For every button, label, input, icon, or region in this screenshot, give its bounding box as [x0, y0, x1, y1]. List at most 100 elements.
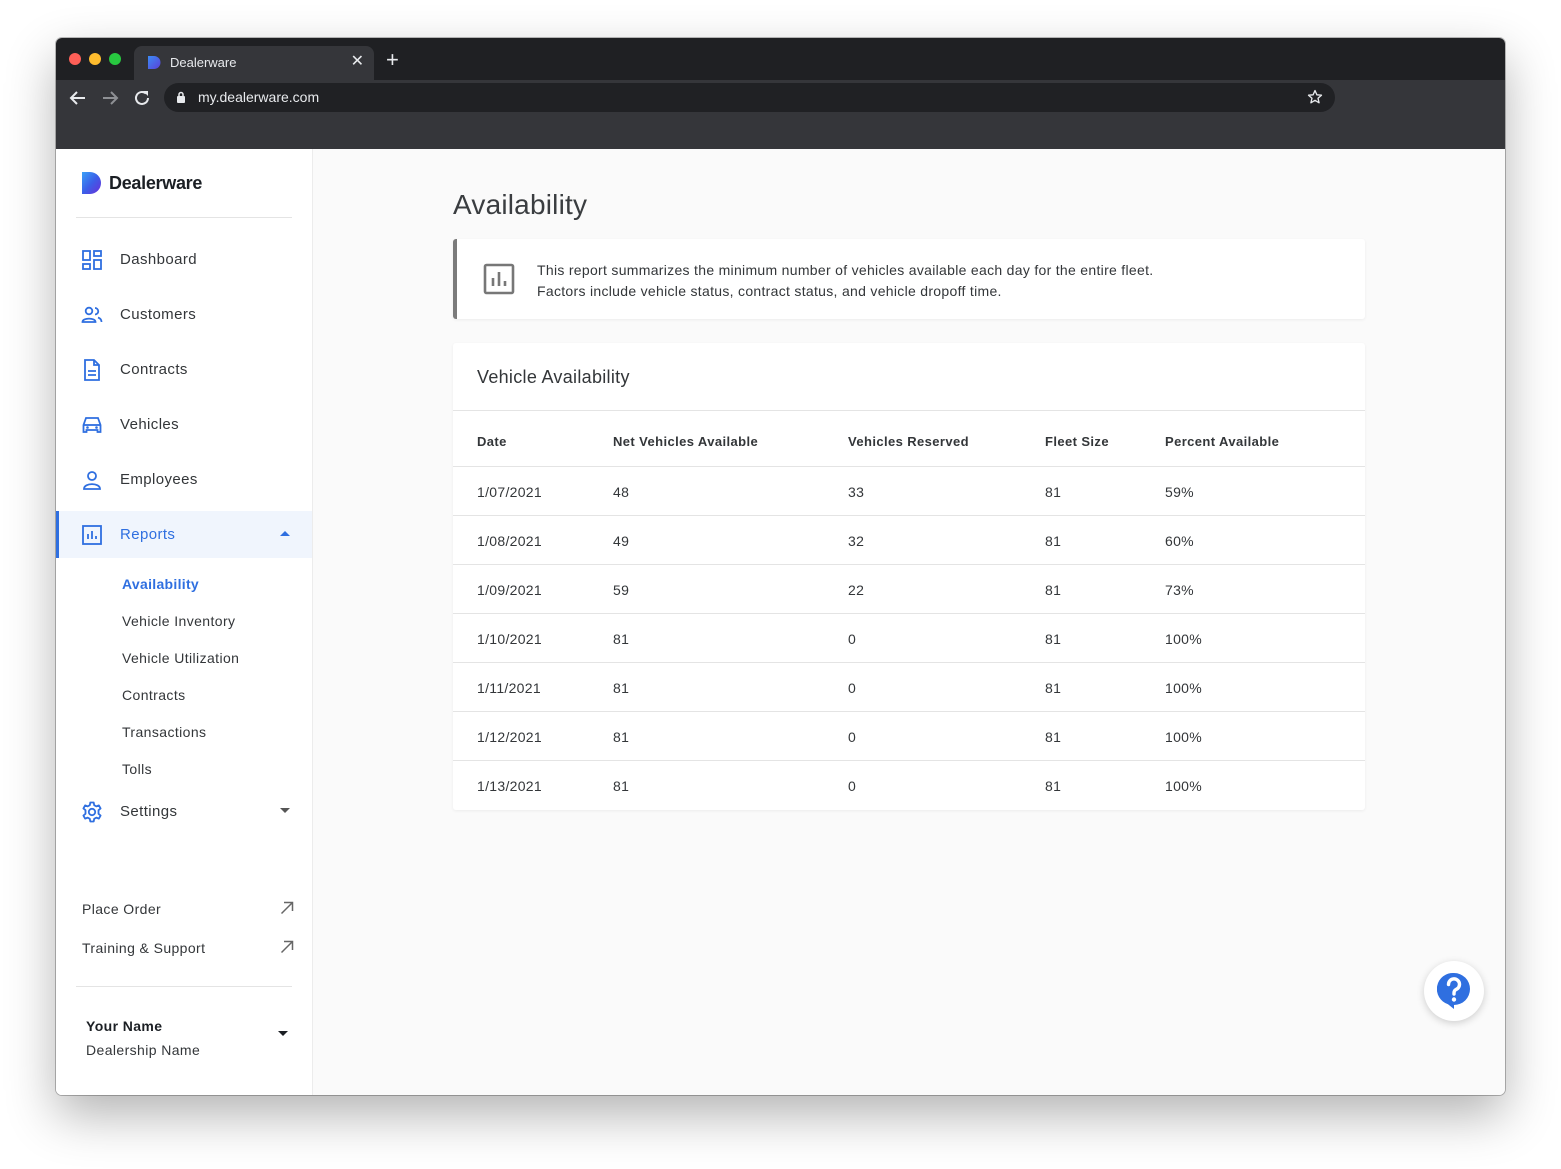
bar-chart-icon	[81, 524, 103, 546]
cell-date: 1/10/2021	[477, 631, 542, 647]
table-row: 1/08/2021 49 32 81 60%	[453, 516, 1365, 565]
tab-strip: Dealerware ✕ +	[56, 38, 1505, 80]
sidebar-item-label: Reports	[120, 526, 176, 543]
chevron-up-icon	[280, 531, 290, 536]
sidebar-item-reports[interactable]: Reports	[56, 511, 312, 558]
cell-date: 1/11/2021	[477, 680, 541, 696]
address-bar[interactable]: my.dealerware.com	[164, 83, 1335, 112]
maximize-window-button[interactable]	[109, 53, 121, 65]
sidebar-item-label: Employees	[120, 471, 198, 488]
cell-percent-available: 100%	[1165, 680, 1203, 696]
tab-close-icon[interactable]: ✕	[351, 52, 364, 72]
sidebar-subitem-transactions[interactable]: Transactions	[122, 724, 206, 740]
sidebar-item-label: Dashboard	[120, 251, 197, 268]
table-row: 1/10/2021 81 0 81 100%	[453, 614, 1365, 663]
training-support-label: Training & Support	[82, 940, 206, 956]
column-header-net-vehicles[interactable]: Net Vehicles Available	[613, 434, 758, 449]
sidebar-subitem-vehicle-inventory[interactable]: Vehicle Inventory	[122, 613, 235, 629]
cell-net-vehicles: 48	[613, 484, 630, 500]
app-container: Dealerware Dashboard Customers Contracts…	[56, 149, 1505, 1095]
brand-name: Dealerware	[109, 173, 203, 193]
column-header-fleet-size[interactable]: Fleet Size	[1045, 434, 1109, 449]
sidebar-item-vehicles[interactable]: Vehicles	[56, 401, 312, 448]
sidebar-item-settings[interactable]: Settings	[56, 788, 312, 835]
cell-vehicles-reserved: 32	[848, 533, 865, 549]
minimize-window-button[interactable]	[89, 53, 101, 65]
column-header-vehicles-reserved[interactable]: Vehicles Reserved	[848, 434, 969, 449]
sidebar: Dealerware Dashboard Customers Contracts…	[56, 149, 313, 1095]
external-arrow-icon	[280, 901, 294, 915]
vehicle-availability-card: Vehicle Availability Date Net Vehicles A…	[453, 343, 1365, 810]
browser-tab[interactable]: Dealerware ✕	[134, 46, 374, 80]
close-window-button[interactable]	[69, 53, 81, 65]
cell-percent-available: 73%	[1165, 582, 1194, 598]
sidebar-subitem-contracts[interactable]: Contracts	[122, 687, 186, 703]
reload-icon[interactable]	[131, 87, 153, 109]
browser-toolbar: my.dealerware.com	[56, 80, 1505, 116]
place-order-link[interactable]: Place Order	[82, 899, 294, 921]
sidebar-item-employees[interactable]: Employees	[56, 456, 312, 503]
person-icon	[81, 469, 103, 491]
cell-date: 1/13/2021	[477, 778, 542, 794]
table-row: 1/13/2021 81 0 81 100%	[453, 761, 1365, 810]
table-header: Date Net Vehicles Available Vehicles Res…	[453, 410, 1365, 467]
customers-icon	[81, 304, 103, 326]
info-line-1: This report summarizes the minimum numbe…	[537, 262, 1154, 278]
sidebar-subitem-availability[interactable]: Availability	[122, 576, 199, 592]
external-arrow-icon	[280, 940, 294, 954]
cell-net-vehicles: 81	[613, 778, 630, 794]
sidebar-divider	[76, 986, 292, 987]
cell-date: 1/07/2021	[477, 484, 542, 500]
cell-percent-available: 100%	[1165, 631, 1203, 647]
cell-vehicles-reserved: 33	[848, 484, 865, 500]
cell-net-vehicles: 59	[613, 582, 630, 598]
sidebar-subitem-tolls[interactable]: Tolls	[122, 761, 152, 777]
sidebar-item-label: Vehicles	[120, 416, 180, 433]
dealerware-favicon-icon	[148, 56, 161, 69]
user-name: Your Name	[86, 1018, 163, 1034]
document-icon	[81, 358, 103, 381]
sidebar-subitem-vehicle-utilization[interactable]: Vehicle Utilization	[122, 650, 239, 666]
sidebar-item-contracts[interactable]: Contracts	[56, 346, 312, 393]
tab-title: Dealerware	[170, 55, 237, 70]
table-title: Vehicle Availability	[477, 367, 630, 387]
sidebar-item-label: Customers	[120, 306, 197, 323]
help-icon	[1437, 972, 1470, 1009]
table-row: 1/12/2021 81 0 81 100%	[453, 712, 1365, 761]
place-order-label: Place Order	[82, 901, 162, 917]
cell-net-vehicles: 81	[613, 729, 630, 745]
sidebar-item-dashboard[interactable]: Dashboard	[56, 236, 312, 283]
sidebar-item-label: Settings	[120, 803, 178, 820]
cell-percent-available: 59%	[1165, 484, 1194, 500]
column-header-date[interactable]: Date	[477, 434, 507, 449]
cell-fleet-size: 81	[1045, 778, 1062, 794]
gear-icon	[81, 801, 103, 823]
cell-fleet-size: 81	[1045, 484, 1062, 500]
sidebar-item-customers[interactable]: Customers	[56, 291, 312, 338]
table-row: 1/09/2021 59 22 81 73%	[453, 565, 1365, 614]
cell-fleet-size: 81	[1045, 680, 1062, 696]
cell-net-vehicles: 81	[613, 680, 630, 696]
chevron-down-icon	[280, 808, 290, 813]
url-text: my.dealerware.com	[198, 89, 320, 105]
cell-percent-available: 100%	[1165, 729, 1203, 745]
table-row: 1/11/2021 81 0 81 100%	[453, 663, 1365, 712]
lock-icon	[177, 91, 185, 103]
bookmark-star-icon[interactable]	[1307, 89, 1323, 105]
training-support-link[interactable]: Training & Support	[82, 938, 294, 960]
info-line-2: Factors include vehicle status, contract…	[537, 283, 1002, 299]
column-header-percent-available[interactable]: Percent Available	[1165, 434, 1279, 449]
info-banner: This report summarizes the minimum numbe…	[453, 239, 1365, 319]
car-icon	[81, 414, 103, 436]
cell-fleet-size: 81	[1045, 533, 1062, 549]
sidebar-divider	[76, 217, 292, 218]
browser-window: Dealerware ✕ + my.dealerware.com Dealerw…	[56, 38, 1505, 1095]
bookmarks-bar	[56, 116, 1505, 149]
back-arrow-icon[interactable]	[67, 87, 89, 109]
forward-arrow-icon[interactable]	[99, 87, 121, 109]
help-button[interactable]	[1424, 961, 1484, 1021]
chevron-down-icon	[278, 1031, 288, 1036]
user-menu[interactable]: Your Name Dealership Name	[86, 1017, 292, 1067]
dealerware-logo-icon	[82, 172, 101, 194]
new-tab-button[interactable]: +	[386, 49, 399, 71]
